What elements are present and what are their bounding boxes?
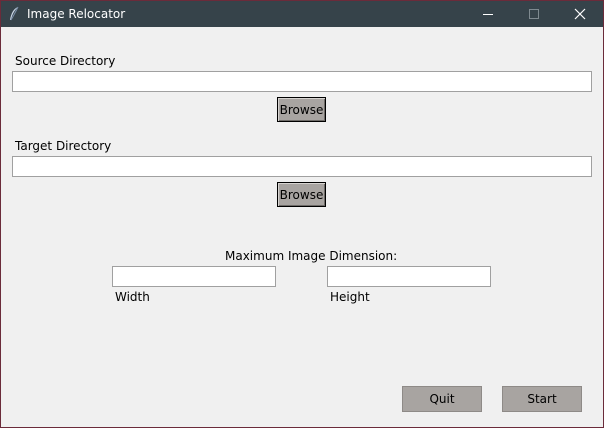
target-directory-label: Target Directory: [15, 139, 112, 153]
max-dimension-heading: Maximum Image Dimension:: [225, 249, 398, 263]
height-input[interactable]: [327, 266, 491, 287]
maximize-icon: [529, 9, 539, 19]
target-browse-button[interactable]: Browse: [277, 182, 326, 207]
source-directory-input[interactable]: [12, 71, 592, 92]
height-label: Height: [330, 290, 370, 304]
start-button[interactable]: Start: [502, 386, 582, 412]
minimize-button[interactable]: [465, 1, 511, 27]
source-directory-label: Source Directory: [15, 54, 116, 68]
source-browse-button[interactable]: Browse: [277, 97, 326, 122]
quit-button[interactable]: Quit: [402, 386, 482, 412]
close-icon: [574, 8, 586, 20]
close-button[interactable]: [557, 1, 603, 27]
feather-icon: [10, 6, 19, 21]
maximize-button[interactable]: [511, 1, 557, 27]
width-input[interactable]: [112, 266, 276, 287]
title-bar[interactable]: Image Relocator: [1, 1, 603, 27]
app-window: Image Relocator Source Directory Browse …: [0, 0, 604, 428]
width-label: Width: [115, 290, 150, 304]
window-title: Image Relocator: [27, 7, 126, 21]
target-directory-input[interactable]: [12, 156, 592, 177]
minimize-icon: [483, 14, 493, 15]
